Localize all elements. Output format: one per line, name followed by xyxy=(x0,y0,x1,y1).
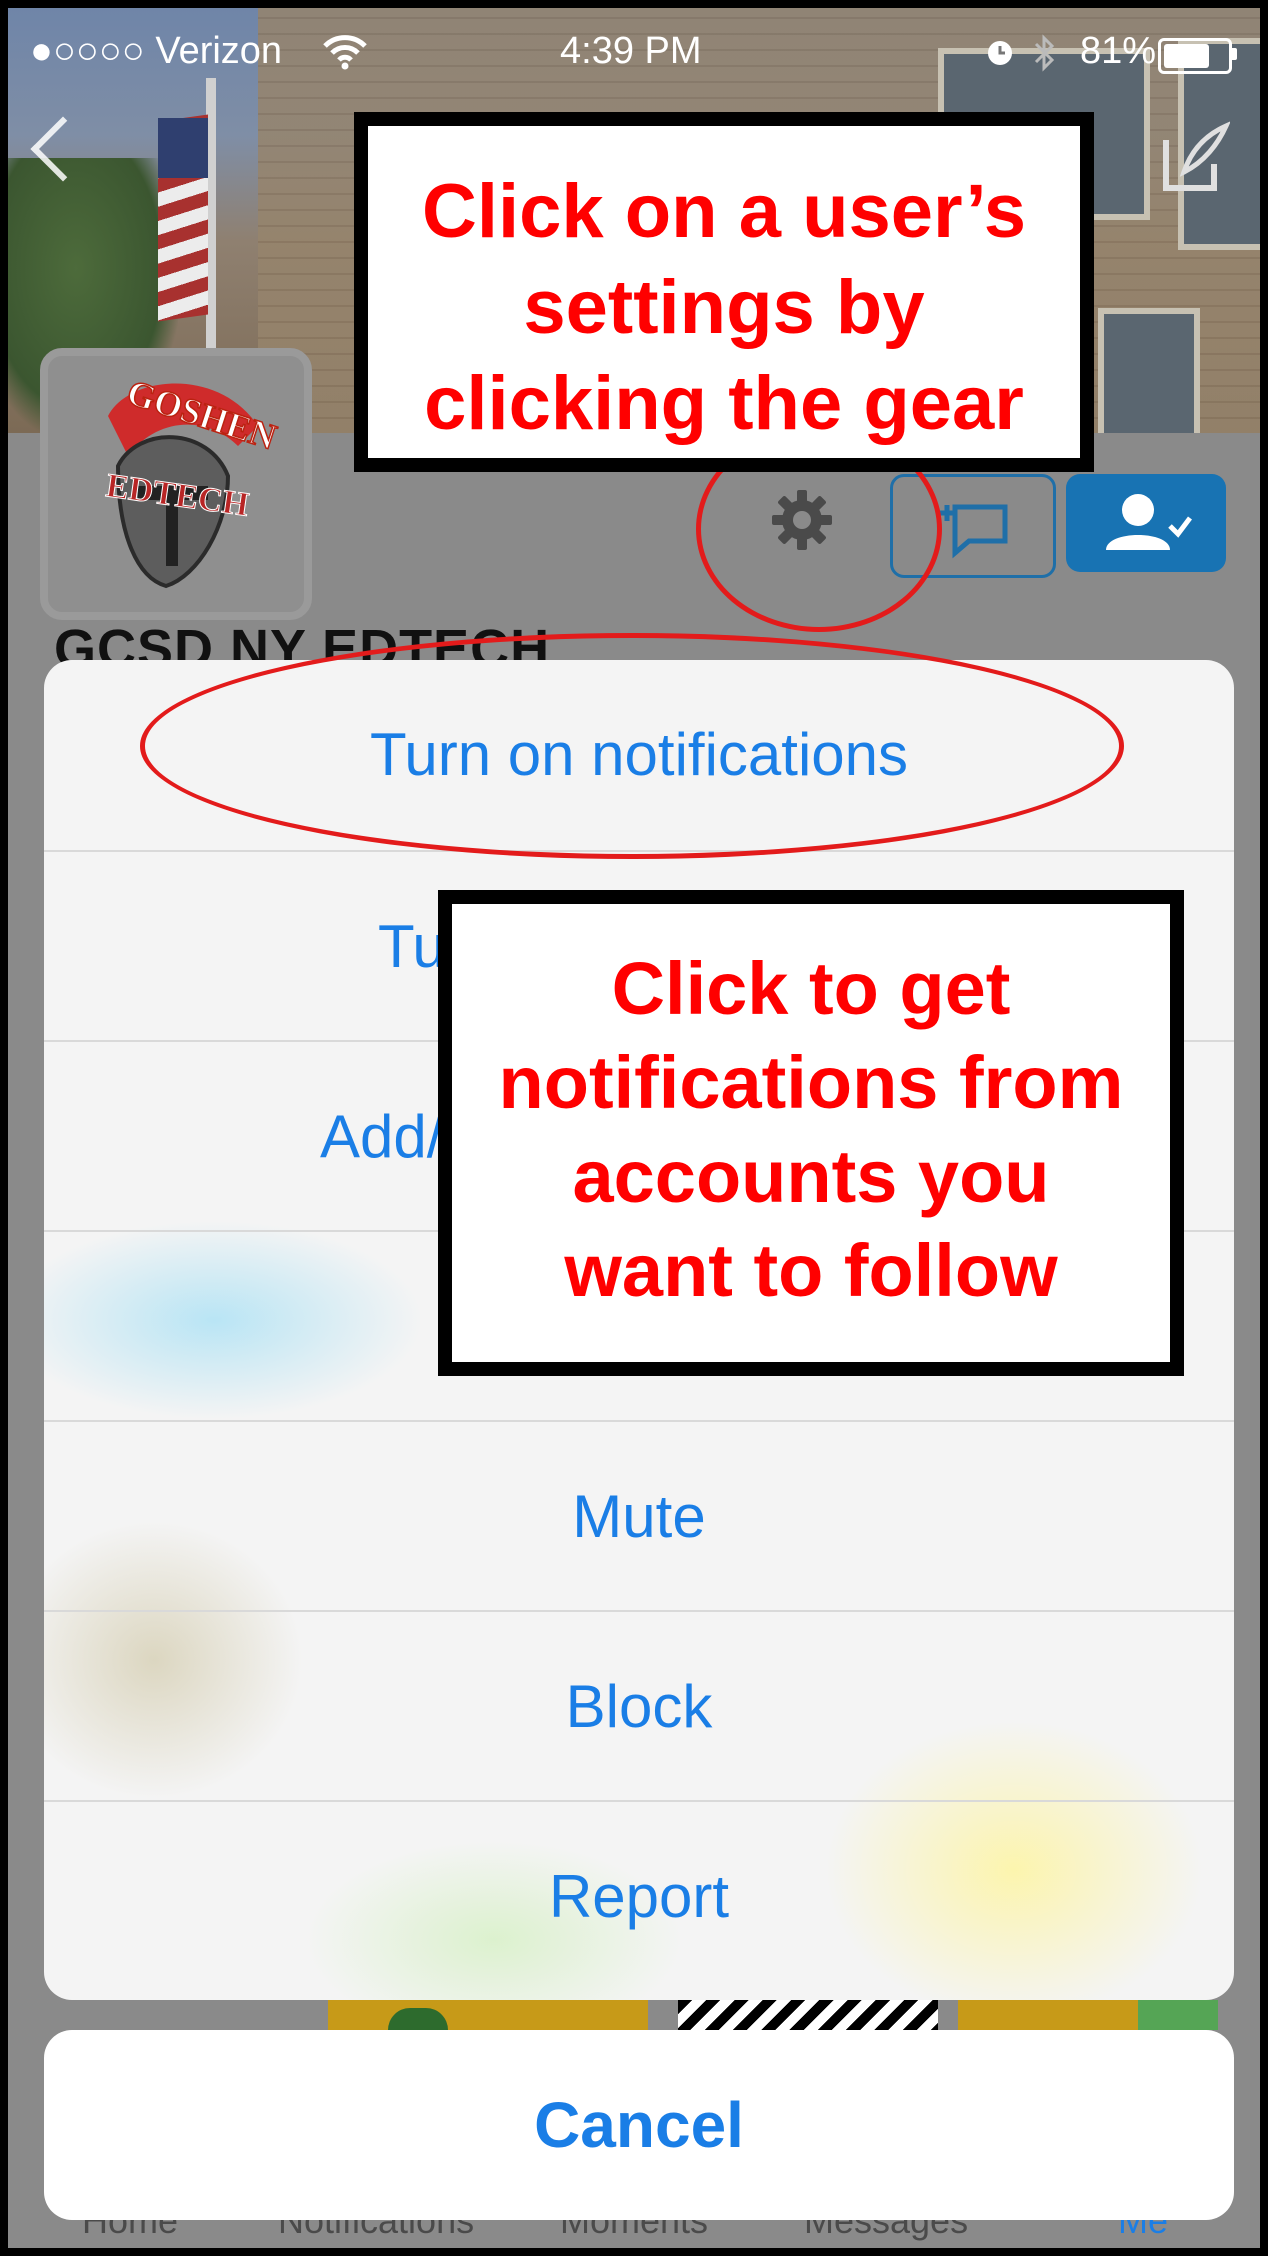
status-bar: ●○○○○ Verizon 4:39 PM 81% xyxy=(8,8,1260,92)
flag-canton xyxy=(158,118,208,178)
media-thumbnail xyxy=(1138,2000,1218,2030)
battery-percent: 81% xyxy=(1080,30,1157,72)
bluetooth-icon xyxy=(1034,34,1055,72)
media-thumbnail xyxy=(388,2008,448,2030)
notifications-highlight-ellipse xyxy=(140,633,1124,859)
battery-icon xyxy=(1158,38,1232,74)
media-thumbnail xyxy=(678,2000,938,2030)
callout-line: clicking the gear xyxy=(424,361,1024,446)
media-thumbnail xyxy=(958,2000,1138,2030)
goshen-edtech-logo: GOSHEN EDTECH xyxy=(103,371,282,589)
cancel-button[interactable]: Cancel xyxy=(44,2030,1234,2220)
carrier-label: ●○○○○ Verizon xyxy=(30,30,283,72)
notifications-instruction-callout: Click to get notifications from accounts… xyxy=(438,890,1184,1376)
following-button[interactable] xyxy=(1066,474,1226,572)
media-strip xyxy=(258,2000,1218,2030)
mute-option[interactable]: Mute xyxy=(44,1420,1234,1612)
callout-line: notifications from xyxy=(498,1041,1124,1124)
clock-label: 4:39 PM xyxy=(560,30,702,72)
callout-line: want to follow xyxy=(564,1229,1058,1312)
screenshot-frame: ●○○○○ Verizon 4:39 PM 81% GOSHEN EDTECH … xyxy=(8,8,1260,2248)
following-icon xyxy=(1106,494,1192,550)
callout-line: settings by xyxy=(523,265,925,350)
battery-tip xyxy=(1232,48,1237,60)
block-option[interactable]: Block xyxy=(44,1610,1234,1802)
report-option[interactable]: Report xyxy=(44,1800,1234,1992)
battery-fill xyxy=(1164,44,1209,68)
sheet-option-3-label: Add/ xyxy=(320,1103,444,1170)
callout-line: Click to get xyxy=(611,947,1011,1030)
gear-instruction-callout: Click on a user’s settings by clicking t… xyxy=(354,112,1094,472)
callout-line: accounts you xyxy=(572,1135,1050,1218)
media-thumbnail xyxy=(328,2000,648,2030)
avatar[interactable]: GOSHEN EDTECH xyxy=(40,348,312,620)
wifi-icon xyxy=(323,35,367,70)
sheet-option-2-label: Tu xyxy=(378,913,446,980)
building-window xyxy=(1098,308,1200,440)
callout-line: Click on a user’s xyxy=(421,169,1027,254)
compose-icon[interactable] xyxy=(1158,120,1230,196)
alarm-icon xyxy=(988,41,1012,65)
